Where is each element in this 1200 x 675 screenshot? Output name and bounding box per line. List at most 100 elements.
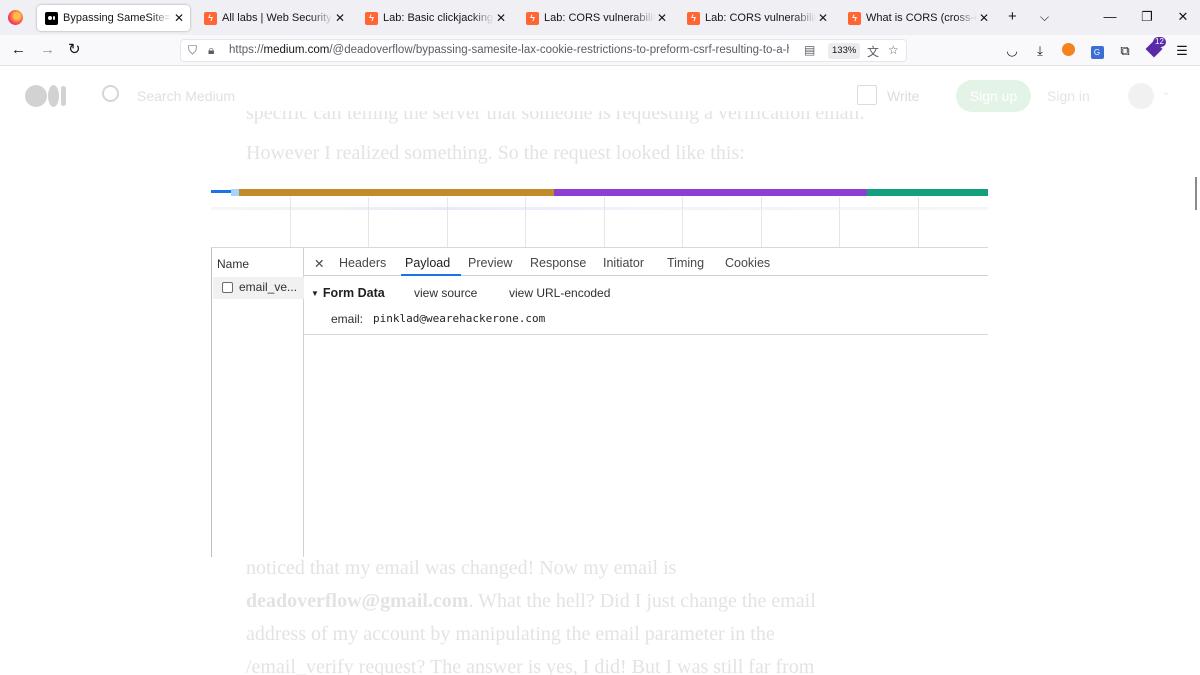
- portswigger-favicon-icon: ϟ: [204, 11, 217, 25]
- close-tab-icon[interactable]: ✕: [494, 11, 508, 25]
- tab-cookies[interactable]: Cookies: [725, 256, 770, 270]
- close-window-icon[interactable]: ✕: [1173, 8, 1193, 26]
- extension-translate-icon[interactable]: G: [1089, 43, 1105, 59]
- tab-label: Bypassing SameSite=lax cookie restrictio…: [63, 12, 172, 24]
- article-paragraph-line: noticed that my email was changed! Now m…: [246, 557, 677, 579]
- form-field-value: pinklad@wearehackerone.com: [373, 312, 546, 325]
- selected-tab-indicator: [401, 274, 461, 276]
- waterfall-segment-stalled: [231, 189, 239, 196]
- form-data-section-toggle[interactable]: Form Data: [311, 286, 385, 300]
- article-paragraph-line: specific call telling the server that so…: [246, 111, 865, 124]
- article-bold-email: deadoverflow@gmail.com: [246, 590, 469, 612]
- tab-label: Lab: CORS vulnerability with basic origi…: [544, 12, 655, 24]
- address-bar[interactable]: ⛉ 🔒︎ https://medium.com/@deadoverflow/by…: [180, 39, 907, 62]
- tab-preview[interactable]: Preview: [468, 256, 512, 270]
- lock-icon[interactable]: 🔒︎: [208, 43, 214, 58]
- request-name-column: Name email_ve...: [211, 248, 304, 557]
- url-host: medium.com: [263, 44, 330, 56]
- tab-lab-clickjacking[interactable]: ϟ Lab: Basic clickjacking with CSRF toke…: [357, 5, 512, 31]
- tab-initiator[interactable]: Initiator: [603, 256, 644, 270]
- article-paragraph-line: address of my account by manipulating th…: [246, 623, 775, 645]
- request-row[interactable]: email_ve...: [213, 277, 304, 299]
- chevron-down-icon[interactable]: ⌄: [1162, 87, 1170, 98]
- tab-label: What is CORS (cross-origin resource shar…: [866, 12, 977, 24]
- url-prefix: https://: [229, 44, 264, 56]
- close-tab-icon[interactable]: ✕: [655, 11, 669, 25]
- search-input[interactable]: Search Medium: [137, 88, 235, 104]
- downloads-icon[interactable]: ⤓: [1032, 43, 1048, 59]
- article-paragraph-line: However I realized something. So the req…: [246, 142, 745, 164]
- portswigger-favicon-icon: ϟ: [526, 11, 539, 25]
- app-menu-hamburger-icon[interactable]: ☰: [1174, 43, 1190, 59]
- waterfall-ghost-row: [211, 207, 988, 210]
- extension-badge-icon[interactable]: 12: [1145, 37, 1166, 59]
- form-field-key: email:: [331, 312, 364, 326]
- zoom-level-badge[interactable]: 133%: [828, 43, 861, 59]
- page-scrollbar-thumb[interactable]: [1195, 177, 1197, 210]
- medium-favicon-icon: [45, 11, 58, 25]
- timeline-grid-line: [761, 197, 762, 247]
- timeline-grid-line: [525, 197, 526, 247]
- browser-tab-strip: Bypassing SameSite=lax cookie restrictio…: [0, 0, 1200, 35]
- url-text[interactable]: https://medium.com/@deadoverflow/bypassi…: [229, 44, 789, 56]
- article-image-devtools-screenshot: Name email_ve... ✕ Headers Payload Previ…: [211, 185, 988, 557]
- tab-timing[interactable]: Timing: [667, 256, 704, 270]
- waterfall-segment-waiting: [239, 189, 554, 196]
- minimize-window-icon[interactable]: —: [1100, 8, 1120, 26]
- request-detail-tabs: ✕ Headers Payload Preview Response Initi…: [304, 248, 988, 276]
- timeline-grid-line: [447, 197, 448, 247]
- tab-lab-cors-null[interactable]: ϟ Lab: CORS vulnerability with trusted n…: [679, 5, 834, 31]
- payload-panel: Form Data view source view URL-encoded e…: [304, 277, 988, 335]
- new-tab-plus-icon[interactable]: +: [1008, 8, 1017, 26]
- sign-up-button[interactable]: Sign up: [956, 80, 1031, 112]
- forward-arrow-icon[interactable]: →: [40, 40, 55, 60]
- view-source-link[interactable]: view source: [414, 286, 477, 300]
- network-waterfall: [211, 185, 988, 247]
- reload-icon[interactable]: ↻: [68, 40, 81, 60]
- tab-lab-cors-basic[interactable]: ϟ Lab: CORS vulnerability with basic ori…: [518, 5, 673, 31]
- tab-label: Lab: CORS vulnerability with trusted nul…: [705, 12, 816, 24]
- timeline-grid-line: [839, 197, 840, 247]
- translate-icon[interactable]: 文: [867, 43, 879, 60]
- tab-all-labs[interactable]: ϟ All labs | Web Security Academy ✕: [196, 5, 351, 31]
- tab-what-is-cors[interactable]: ϟ What is CORS (cross-origin resource sh…: [840, 5, 995, 31]
- sign-in-link[interactable]: Sign in: [1047, 88, 1090, 104]
- write-pencil-icon[interactable]: [857, 85, 877, 105]
- url-path: /@deadoverflow/bypassing-samesite-lax-co…: [329, 44, 789, 56]
- avatar[interactable]: [1128, 83, 1154, 109]
- restore-window-icon[interactable]: ❐: [1137, 8, 1157, 26]
- extension-blocker-icon[interactable]: [1060, 43, 1076, 59]
- tab-payload[interactable]: Payload: [405, 256, 450, 270]
- request-checkbox[interactable]: [222, 282, 233, 293]
- list-all-tabs-chevron-icon[interactable]: ⌵: [1040, 8, 1049, 26]
- close-tab-icon[interactable]: ✕: [333, 11, 347, 25]
- timeline-grid-line: [368, 197, 369, 247]
- view-url-encoded-link[interactable]: view URL-encoded: [509, 286, 610, 300]
- extensions-puzzle-icon[interactable]: ⧉: [1117, 43, 1133, 59]
- tracking-protection-shield-icon[interactable]: ⛉: [188, 43, 197, 58]
- request-name: email_ve...: [239, 280, 298, 294]
- close-tab-icon[interactable]: ✕: [172, 11, 186, 25]
- waterfall-segment-download: [867, 189, 988, 196]
- reader-view-icon[interactable]: ▤: [804, 43, 815, 57]
- article-text-fragment: . What the hell? Did I just change the e…: [468, 590, 816, 612]
- close-tab-icon[interactable]: ✕: [977, 11, 991, 25]
- pocket-icon[interactable]: ◡: [1004, 43, 1020, 59]
- waterfall-segment-content: [554, 189, 867, 196]
- tab-response[interactable]: Response: [530, 256, 586, 270]
- back-arrow-icon[interactable]: ←: [11, 40, 26, 60]
- tab-headers[interactable]: Headers: [339, 256, 386, 270]
- timeline-grid-line: [682, 197, 683, 247]
- write-button[interactable]: Write: [887, 88, 919, 104]
- timeline-grid-line: [604, 197, 605, 247]
- bookmark-star-icon[interactable]: ☆: [888, 43, 899, 57]
- search-icon[interactable]: [102, 85, 119, 102]
- name-column-header[interactable]: Name: [217, 257, 249, 271]
- firefox-logo-icon[interactable]: [8, 10, 23, 25]
- close-details-icon[interactable]: ✕: [314, 256, 324, 271]
- article-paragraph-line: /email_verify request? The answer is yes…: [246, 656, 815, 675]
- close-tab-icon[interactable]: ✕: [816, 11, 830, 25]
- tab-bypassing-samesite[interactable]: Bypassing SameSite=lax cookie restrictio…: [37, 5, 190, 31]
- timeline-grid-line: [290, 197, 291, 247]
- navigation-toolbar: ← → ↻ ⛉ 🔒︎ https://medium.com/@deadoverf…: [0, 35, 1200, 66]
